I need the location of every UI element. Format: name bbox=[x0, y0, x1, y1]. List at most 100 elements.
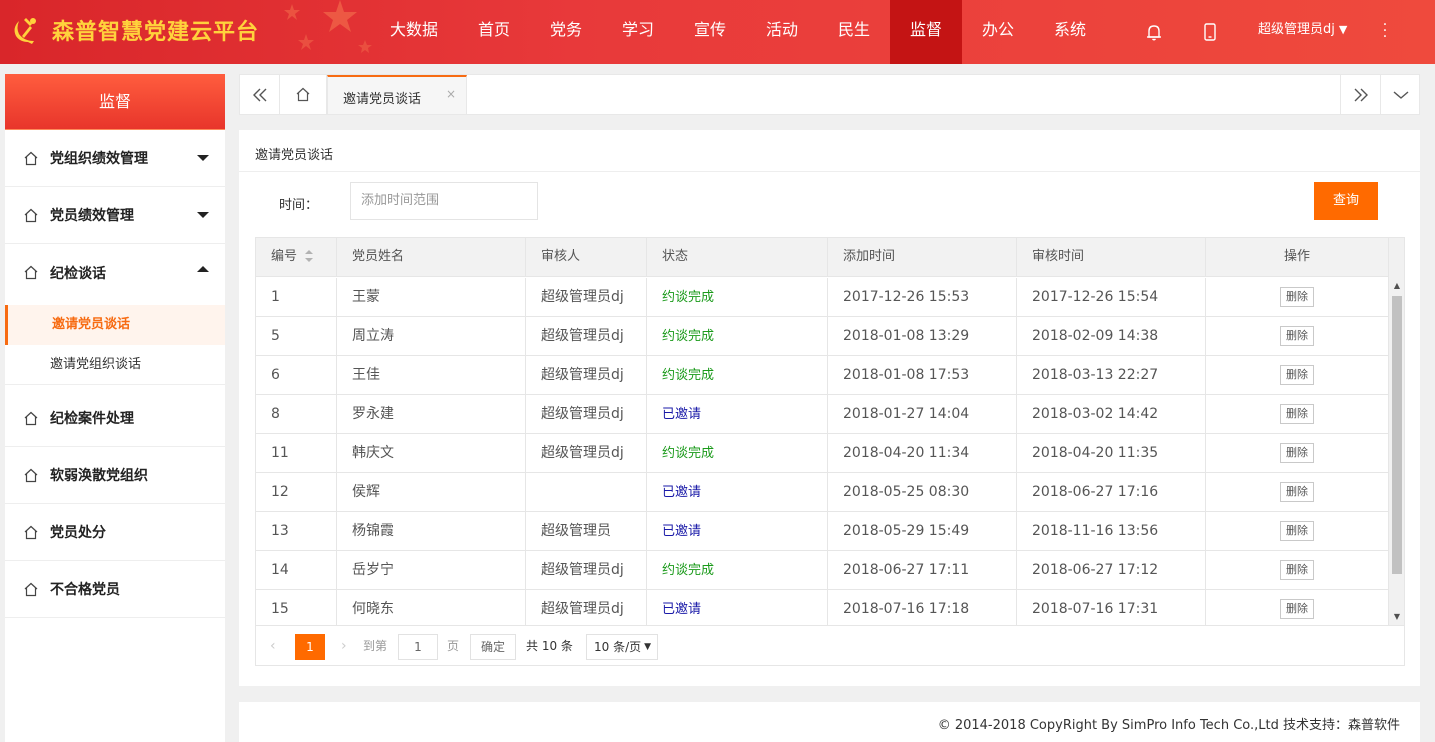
delete-button[interactable]: 删除 bbox=[1280, 326, 1314, 346]
home-icon bbox=[24, 208, 38, 223]
delete-button[interactable]: 删除 bbox=[1280, 482, 1314, 502]
caret-down-icon: ▼ bbox=[644, 642, 651, 652]
page-unit-label: 页 bbox=[447, 639, 460, 653]
col-header-id[interactable]: 编号 bbox=[256, 238, 337, 277]
sidebar-subitem-invite-org[interactable]: 邀请党组织谈话 bbox=[5, 345, 225, 385]
sidebar-item-discipline-cases[interactable]: 纪检案件处理 bbox=[5, 390, 225, 447]
cell-status: 约谈完成 bbox=[647, 278, 828, 316]
app-logo[interactable]: 森普智慧党建云平台 bbox=[10, 14, 259, 46]
delete-button[interactable]: 删除 bbox=[1280, 599, 1314, 619]
query-button[interactable]: 查询 bbox=[1314, 182, 1378, 220]
cell-name: 杨锦霞 bbox=[337, 512, 526, 550]
col-header-actions: 操作 bbox=[1283, 249, 1310, 264]
home-tab-icon[interactable] bbox=[280, 75, 327, 114]
nav-home[interactable]: 首页 bbox=[458, 0, 530, 64]
cell-added-time: 2018-01-27 14:04 bbox=[828, 395, 1017, 433]
next-page-icon[interactable]: › bbox=[341, 634, 347, 660]
delete-button[interactable]: 删除 bbox=[1280, 521, 1314, 541]
scroll-up-icon[interactable]: ▲ bbox=[1389, 278, 1405, 294]
sidebar-item-label: 纪检案件处理 bbox=[50, 411, 134, 427]
page-1-button[interactable]: 1 bbox=[295, 634, 325, 660]
delete-button[interactable]: 删除 bbox=[1280, 365, 1314, 385]
nav-party-affairs[interactable]: 党务 bbox=[530, 0, 602, 64]
cell-added-time: 2018-05-29 15:49 bbox=[828, 512, 1017, 550]
cell-review-time: 2018-03-13 22:27 bbox=[1017, 356, 1206, 394]
cell-id: 11 bbox=[256, 434, 337, 472]
sidebar-item-weak-orgs[interactable]: 软弱涣散党组织 bbox=[5, 447, 225, 504]
mobile-icon[interactable] bbox=[1198, 20, 1222, 44]
nav-livelihood[interactable]: 民生 bbox=[818, 0, 890, 64]
cell-reviewer: 超级管理员 bbox=[526, 512, 647, 550]
sidebar-item-org-performance[interactable]: 党组织绩效管理 bbox=[5, 130, 225, 187]
cell-actions: 删除 bbox=[1206, 317, 1388, 355]
cell-added-time: 2018-05-25 08:30 bbox=[828, 473, 1017, 511]
cell-added-time: 2018-01-08 17:53 bbox=[828, 356, 1017, 394]
sidebar-item-member-punishment[interactable]: 党员处分 bbox=[5, 504, 225, 561]
sidebar-item-label: 党员处分 bbox=[50, 525, 106, 541]
sidebar-item-discipline-talk[interactable]: 纪检谈话 bbox=[5, 244, 225, 301]
cell-id: 6 bbox=[256, 356, 337, 394]
scrollbar-thumb[interactable] bbox=[1392, 296, 1402, 574]
user-menu[interactable]: 超级管理员dj ▼ bbox=[1258, 0, 1347, 64]
cell-review-time: 2018-06-27 17:16 bbox=[1017, 473, 1206, 511]
scroll-right-icon[interactable] bbox=[1340, 75, 1380, 114]
table-row: 11 韩庆文 超级管理员dj 约谈完成 2018-04-20 11:34 2018-04-… bbox=[256, 434, 1388, 473]
party-emblem-icon bbox=[14, 18, 36, 44]
close-icon[interactable]: × bbox=[446, 87, 456, 101]
sort-icon[interactable] bbox=[305, 249, 314, 262]
sidebar-subitem-invite-member[interactable]: 邀请党员谈话 bbox=[5, 305, 225, 345]
cell-review-time: 2018-02-09 14:38 bbox=[1017, 317, 1206, 355]
col-header-status: 状态 bbox=[647, 238, 828, 277]
cell-status: 约谈完成 bbox=[647, 434, 828, 472]
nav-supervision[interactable]: 监督 bbox=[890, 0, 962, 64]
prev-page-icon[interactable]: ‹ bbox=[270, 634, 276, 660]
time-range-input[interactable]: 添加时间范围 bbox=[350, 182, 538, 220]
home-icon bbox=[24, 582, 38, 597]
nav-office[interactable]: 办公 bbox=[962, 0, 1034, 64]
page-size-select[interactable]: 10 条/页 ▼ bbox=[586, 634, 658, 660]
scroll-down-icon[interactable]: ▼ bbox=[1389, 609, 1405, 625]
home-icon bbox=[24, 525, 38, 540]
delete-button[interactable]: 删除 bbox=[1280, 443, 1314, 463]
user-name: 超级管理员dj bbox=[1258, 22, 1335, 37]
delete-button[interactable]: 删除 bbox=[1280, 404, 1314, 424]
cell-id: 14 bbox=[256, 551, 337, 589]
table-body: 1 王蒙 超级管理员dj 约谈完成 2017-12-26 15:53 2017-12-26… bbox=[256, 278, 1388, 625]
cell-actions: 删除 bbox=[1206, 512, 1388, 550]
cell-name: 韩庆文 bbox=[337, 434, 526, 472]
tab-invite-member[interactable]: 邀请党员谈话 × bbox=[327, 75, 467, 114]
cell-actions: 删除 bbox=[1206, 395, 1388, 433]
cell-name: 周立涛 bbox=[337, 317, 526, 355]
column-label: 编号 bbox=[271, 249, 298, 264]
nav-system[interactable]: 系统 bbox=[1034, 0, 1106, 64]
sidebar-item-member-performance[interactable]: 党员绩效管理 bbox=[5, 187, 225, 244]
status-badge: 已邀请 bbox=[662, 524, 702, 539]
status-badge: 约谈完成 bbox=[662, 329, 715, 344]
delete-button[interactable]: 删除 bbox=[1280, 287, 1314, 307]
bell-icon[interactable] bbox=[1142, 20, 1166, 44]
cell-reviewer: 超级管理员dj bbox=[526, 551, 647, 589]
table-row: 5 周立涛 超级管理员dj 约谈完成 2018-01-08 13:29 2018-02-0… bbox=[256, 317, 1388, 356]
logo-text: 森普智慧党建云平台 bbox=[52, 20, 260, 45]
cell-actions: 删除 bbox=[1206, 278, 1388, 316]
cell-id: 8 bbox=[256, 395, 337, 433]
sidebar-item-unqualified[interactable]: 不合格党员 bbox=[5, 561, 225, 618]
table-scrollbar[interactable]: ▲ ▼ bbox=[1388, 238, 1404, 625]
nav-big-data[interactable]: 大数据 bbox=[378, 0, 450, 64]
table-row: 8 罗永建 超级管理员dj 已邀请 2018-01-27 14:04 2018-03-02… bbox=[256, 395, 1388, 434]
cell-reviewer: 超级管理员dj bbox=[526, 434, 647, 472]
goto-label: 到第 bbox=[363, 639, 388, 653]
delete-button[interactable]: 删除 bbox=[1280, 560, 1314, 580]
goto-confirm-button[interactable]: 确定 bbox=[470, 634, 516, 660]
nav-activity[interactable]: 活动 bbox=[746, 0, 818, 64]
nav-study[interactable]: 学习 bbox=[602, 0, 674, 64]
cell-review-time: 2018-11-16 13:56 bbox=[1017, 512, 1206, 550]
goto-page-input[interactable]: 1 bbox=[398, 634, 438, 660]
nav-publicity[interactable]: 宣传 bbox=[674, 0, 746, 64]
cell-review-time: 2018-07-16 17:31 bbox=[1017, 590, 1206, 625]
scroll-left-icon[interactable] bbox=[240, 75, 280, 114]
sidebar-item-label: 软弱涣散党组织 bbox=[50, 468, 148, 484]
chevron-down-icon[interactable] bbox=[1380, 75, 1420, 114]
more-vertical-icon[interactable]: · · · bbox=[1380, 18, 1390, 44]
tab-label: 邀请党员谈话 bbox=[343, 92, 422, 107]
